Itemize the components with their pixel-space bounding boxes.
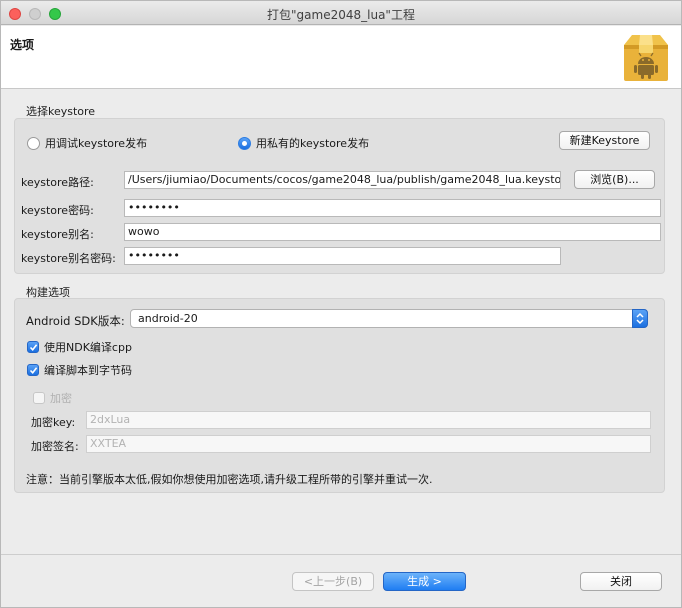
header-panel: 选项 — [1, 26, 681, 89]
encrypt-checkbox-label: 加密 — [50, 392, 72, 405]
sdk-version-value: android-20 — [138, 312, 198, 325]
encrypt-key-label: 加密key: — [31, 416, 76, 429]
keystore-path-label: keystore路径: — [21, 176, 94, 189]
keystore-group-label: 选择keystore — [26, 105, 96, 118]
chevron-updown-icon — [632, 309, 648, 328]
radio-private-label: 用私有的keystore发布 — [256, 137, 370, 150]
encrypt-checkbox[interactable]: 加密 — [33, 390, 72, 406]
encrypt-sign-field[interactable]: XXTEA — [86, 435, 651, 453]
check-icon — [29, 344, 38, 352]
keystore-alias-field[interactable]: wowo — [124, 223, 661, 241]
generate-button[interactable]: 生成 > — [383, 572, 466, 591]
encrypt-key-field[interactable]: 2dxLua — [86, 411, 651, 429]
page-title: 选项 — [10, 38, 35, 52]
keystore-alias-password-field[interactable]: •••••••• — [124, 247, 561, 265]
keystore-password-label: keystore密码: — [21, 204, 94, 217]
radio-debug-keystore[interactable]: 用调试keystore发布 — [27, 135, 147, 151]
radio-debug-indicator[interactable] — [27, 136, 40, 150]
close-button[interactable]: 关闭 — [580, 572, 662, 591]
keystore-password-field[interactable]: •••••••• — [124, 199, 661, 217]
ndk-checkbox[interactable]: 使用NDK编译cpp — [27, 339, 132, 355]
radio-private-keystore[interactable]: 用私有的keystore发布 — [238, 135, 369, 151]
radio-private-indicator[interactable] — [238, 136, 251, 150]
footer-divider — [1, 554, 681, 555]
engine-version-notice: 注意：当前引擎版本太低,假如你想使用加密选项,请升级工程所带的引擎并重试一次. — [26, 473, 433, 486]
new-keystore-button[interactable]: 新建Keystore — [559, 131, 650, 150]
bytecode-checkbox-label: 编译脚本到字节码 — [44, 364, 132, 377]
check-icon — [29, 367, 38, 375]
bytecode-checkbox-box[interactable] — [27, 364, 39, 376]
radio-debug-label: 用调试keystore发布 — [45, 137, 148, 150]
publish-dialog: 打包"game2048_lua"工程 选项 选择keystore 用调试keys… — [0, 0, 682, 608]
encrypt-sign-label: 加密签名: — [31, 440, 79, 453]
back-button[interactable]: <上一步(B) — [292, 572, 374, 591]
window-title: 打包"game2048_lua"工程 — [267, 8, 415, 22]
title-bar: 打包"game2048_lua"工程 — [1, 1, 681, 25]
ndk-checkbox-box[interactable] — [27, 341, 39, 353]
sdk-version-label: Android SDK版本: — [26, 314, 125, 328]
keystore-alias-password-label: keystore别名密码: — [21, 252, 116, 265]
encrypt-checkbox-box[interactable] — [33, 392, 45, 404]
ndk-checkbox-label: 使用NDK编译cpp — [44, 341, 132, 354]
android-package-icon — [624, 35, 668, 81]
keystore-alias-label: keystore别名: — [21, 228, 94, 241]
sdk-version-select[interactable]: android-20 — [130, 309, 648, 328]
bytecode-checkbox[interactable]: 编译脚本到字节码 — [27, 362, 132, 378]
keystore-path-field[interactable]: /Users/jiumiao/Documents/cocos/game2048_… — [124, 171, 561, 189]
browse-button[interactable]: 浏览(B)... — [574, 170, 655, 189]
